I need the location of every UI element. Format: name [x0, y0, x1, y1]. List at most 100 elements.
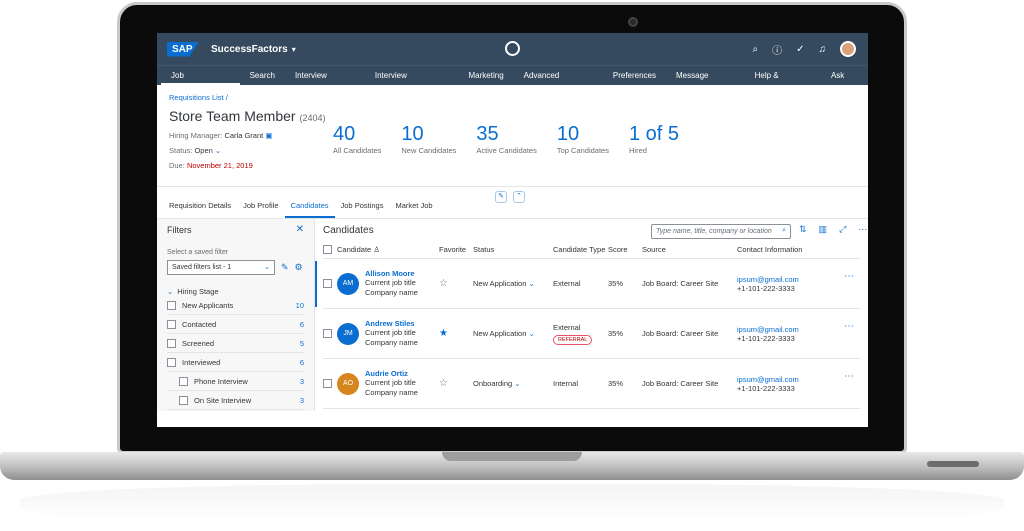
chevron-down-icon[interactable]: ▾ [292, 45, 296, 54]
page-title: Store Team Member (2404) [169, 108, 856, 124]
chevron-down-icon[interactable]: ⌄ [215, 146, 221, 155]
table-row[interactable]: JM Andrew Stiles Current job title Company… [323, 309, 860, 359]
help-icon[interactable]: ⓘ [772, 42, 782, 57]
avatar: AO [337, 372, 359, 395]
candidate-name[interactable]: Andrew Stiles [365, 319, 418, 328]
filters-title: Filters [167, 225, 192, 235]
pin-icon[interactable]: ✎ [495, 191, 507, 203]
kpi-top-candidates[interactable]: 10 Top Candidates [557, 123, 609, 155]
filter-item[interactable]: On Site Interview 3 [167, 391, 304, 410]
select-all-checkbox[interactable] [323, 245, 332, 254]
referral-badge: REFERRAL [553, 334, 593, 345]
tab-job-profile[interactable]: Job Profile [237, 201, 284, 218]
search-icon[interactable]: ⌕ [753, 44, 759, 55]
table-row[interactable]: AO Audrie Ortiz Current job title Company … [323, 359, 860, 409]
kpi-active-candidates[interactable]: 35 Active Candidates [476, 123, 536, 155]
phone: +1-101-222-3333 [737, 383, 795, 393]
top-nav: Job Requisitions Search Interview Centra… [157, 65, 868, 99]
nav-marketing[interactable]: Marketing [459, 66, 514, 86]
bell-icon[interactable]: ♫ [819, 44, 827, 55]
approvals-icon[interactable]: ✓ [796, 44, 804, 55]
col-favorite[interactable]: Favorite [439, 245, 473, 254]
col-candidate[interactable]: Candidate ♙ [337, 245, 439, 254]
table-row[interactable]: AM Allison Moore Current job title Company… [315, 259, 860, 309]
tab-requisition-details[interactable]: Requisition Details [163, 201, 237, 218]
laptop-foot [927, 461, 979, 467]
row-checkbox[interactable] [323, 329, 332, 338]
sort-icon[interactable]: ⇅ [799, 224, 807, 235]
fullscreen-icon[interactable]: ⤢ [839, 224, 846, 235]
filter-item[interactable]: Phone Interview 3 [167, 372, 304, 391]
favorite-star-icon[interactable]: ★ [439, 328, 448, 339]
favorite-star-icon[interactable]: ☆ [439, 278, 448, 289]
search-input[interactable]: Type name, title, company or location ⌕ [651, 224, 791, 239]
tab-market-job[interactable]: Market Job [389, 201, 438, 218]
saved-filter-label: Select a saved filter [167, 249, 229, 256]
table-header: Candidate ♙ Favorite Status Candidate Ty… [323, 241, 860, 259]
status-select[interactable]: New Application ⌄ [473, 279, 553, 288]
filter-item[interactable]: Interviewed 6 [167, 353, 304, 372]
edit-icon[interactable]: ✎ [281, 262, 289, 273]
checkbox [167, 300, 176, 310]
contact-card-icon[interactable]: ▣ [265, 131, 272, 140]
col-score[interactable]: Score [608, 245, 642, 254]
copilot-icon[interactable] [505, 41, 520, 56]
kpi-hired[interactable]: 1 of 5 Hired [629, 123, 679, 155]
hiring-manager-value[interactable]: Carla Grant [224, 131, 263, 140]
kpi-new-candidates[interactable]: 10 New Candidates [401, 123, 456, 155]
tab-candidates[interactable]: Candidates [284, 201, 335, 218]
filter-item[interactable]: New Applicants 10 [167, 296, 304, 315]
status-label: Status: [169, 146, 193, 155]
nav-interview-scheduling[interactable]: Interview Scheduling [365, 66, 459, 99]
source: Job Board: Career Site [642, 329, 719, 338]
close-icon[interactable]: ✕ [296, 224, 304, 235]
row-more-icon[interactable]: ⋯ [844, 371, 854, 382]
source: Job Board: Career Site [642, 379, 719, 388]
nav-ask-hr[interactable]: Ask HR [821, 66, 868, 99]
tab-job-postings[interactable]: Job Postings [335, 201, 390, 218]
nav-message-center[interactable]: Message Center [666, 66, 745, 99]
candidate-name[interactable]: Audrie Ortiz [365, 369, 418, 378]
more-icon[interactable]: ⋯ [858, 224, 867, 235]
filter-item[interactable]: Contacted 6 [167, 315, 304, 334]
due-label: Due: [169, 161, 185, 170]
kpi-all-candidates[interactable]: 40 All Candidates [333, 123, 381, 155]
columns-icon[interactable]: ▥ [819, 224, 828, 235]
email-link[interactable]: ipsum@gmail.com [737, 325, 847, 334]
row-more-icon[interactable]: ⋯ [844, 271, 854, 282]
nav-search[interactable]: Search [240, 66, 285, 86]
avatar: JM [337, 322, 359, 345]
selection-indicator [315, 261, 317, 307]
col-status[interactable]: Status [473, 245, 553, 254]
checkbox [179, 376, 188, 386]
nav-preferences[interactable]: Preferences [603, 66, 666, 86]
col-type[interactable]: Candidate Type [553, 245, 608, 254]
sap-logo[interactable]: SAP [167, 41, 199, 57]
candidate-list: Candidates Type name, title, company or … [315, 219, 868, 411]
gear-icon[interactable]: ⚙ [295, 262, 303, 273]
product-name[interactable]: SuccessFactors [211, 44, 288, 55]
status-value[interactable]: Open [194, 146, 212, 155]
row-checkbox[interactable] [323, 279, 332, 288]
nav-job-requisitions[interactable]: Job Requisitions [161, 66, 240, 99]
checkbox [167, 357, 176, 367]
favorite-star-icon[interactable]: ☆ [439, 378, 448, 389]
col-contact[interactable]: Contact Information [737, 245, 847, 254]
row-more-icon[interactable]: ⋯ [844, 321, 854, 332]
nav-help-tutorials[interactable]: Help & Tutorials [745, 66, 821, 99]
avatar[interactable] [840, 41, 856, 57]
email-link[interactable]: ipsum@gmail.com [737, 375, 847, 384]
saved-filter-select[interactable]: Saved filters list - 1 ⌄ [167, 260, 275, 275]
collapse-header-icon[interactable]: ⌃ [513, 191, 525, 203]
email-link[interactable]: ipsum@gmail.com [737, 275, 847, 284]
status-select[interactable]: Onboarding ⌄ [473, 379, 553, 388]
status-select[interactable]: New Application ⌄ [473, 329, 553, 338]
nav-interview-central[interactable]: Interview Central [285, 66, 365, 99]
filter-item[interactable]: Screened 5 [167, 334, 304, 353]
row-checkbox[interactable] [323, 379, 332, 388]
col-source[interactable]: Source [642, 245, 737, 254]
breadcrumb[interactable]: Requisitions List / [169, 93, 856, 102]
nav-advanced-analytics[interactable]: Advanced Analytics [514, 66, 603, 99]
hiring-stage-header[interactable]: ⌄ Hiring Stage [167, 287, 304, 296]
candidate-name[interactable]: Allison Moore [365, 269, 418, 278]
